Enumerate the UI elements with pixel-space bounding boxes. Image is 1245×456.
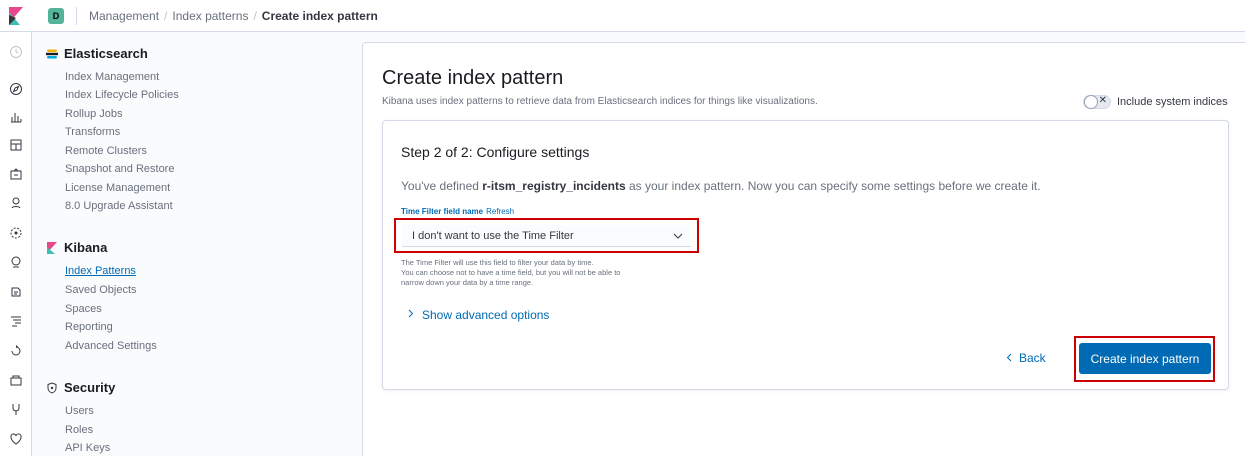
shield-icon xyxy=(46,381,58,394)
sidebar-item-index-management[interactable]: Index Management xyxy=(65,70,159,84)
sidebar-section-security: Security xyxy=(46,380,115,395)
visualize-icon[interactable] xyxy=(8,109,24,125)
breadcrumb-management[interactable]: Management xyxy=(89,9,159,23)
sidebar-item-advanced-settings[interactable]: Advanced Settings xyxy=(65,339,157,353)
management-icon[interactable] xyxy=(8,431,24,447)
sidebar-item-remote-clusters[interactable]: Remote Clusters xyxy=(65,144,147,158)
ml-icon[interactable] xyxy=(8,225,24,241)
show-advanced-options-button[interactable]: Show advanced options xyxy=(408,308,549,322)
kibana-logo-icon xyxy=(9,6,23,25)
sidebar-item-index-lifecycle-policies[interactable]: Index Lifecycle Policies xyxy=(65,88,179,102)
include-system-indices-toggle[interactable]: ✕ Include system indices xyxy=(1083,95,1228,109)
create-button-highlight: Create index pattern xyxy=(1074,336,1215,382)
switch-knob xyxy=(1084,95,1098,109)
chevron-left-icon xyxy=(1006,351,1012,365)
help-line: narrow down your data by a time range. xyxy=(401,278,534,287)
breadcrumb-index-patterns[interactable]: Index patterns xyxy=(172,9,248,23)
monitoring-icon[interactable] xyxy=(8,401,24,417)
sidebar-item-spaces[interactable]: Spaces xyxy=(65,302,102,316)
step-desc-suffix: as your index pattern. Now you can speci… xyxy=(625,179,1041,193)
sidebar-item-saved-objects[interactable]: Saved Objects xyxy=(65,283,137,297)
back-button[interactable]: Back xyxy=(1006,351,1046,365)
sidebar-item-index-patterns[interactable]: Index Patterns xyxy=(65,264,136,278)
dev-tools-icon[interactable] xyxy=(8,372,24,388)
time-filter-select[interactable]: I don't want to use the Time Filter xyxy=(402,225,691,247)
help-line: The Time Filter will use this field to f… xyxy=(401,258,594,267)
compass-icon[interactable] xyxy=(8,81,24,97)
sidebar-item-reporting[interactable]: Reporting xyxy=(65,320,113,334)
step-title: Step 2 of 2: Configure settings xyxy=(401,144,590,160)
management-sidebar: Elasticsearch Index Management Index Lif… xyxy=(32,32,362,456)
sidebar-section-kibana: Kibana xyxy=(46,240,107,255)
breadcrumb-separator: / xyxy=(253,8,257,23)
metrics-icon[interactable] xyxy=(8,254,24,270)
sidebar-section-title: Kibana xyxy=(64,240,108,255)
dashboard-icon[interactable] xyxy=(8,137,24,153)
index-pattern-name: r-itsm_registry_incidents xyxy=(482,179,626,193)
apm-icon[interactable] xyxy=(8,313,24,329)
advanced-label: Show advanced options xyxy=(422,308,550,322)
page-description: Kibana uses index patterns to retrieve d… xyxy=(382,96,818,107)
main-panel: Create index pattern Kibana uses index p… xyxy=(362,42,1245,456)
canvas-icon[interactable] xyxy=(8,166,24,182)
breadcrumb-separator: / xyxy=(164,8,168,23)
time-filter-help: The Time Filter will use this field to f… xyxy=(401,258,731,288)
nav-rail xyxy=(0,32,32,456)
time-filter-field-label: Time Filter field name Refresh xyxy=(401,207,514,216)
sidebar-item-rollup-jobs[interactable]: Rollup Jobs xyxy=(65,107,122,121)
refresh-link[interactable]: Refresh xyxy=(486,207,514,216)
toggle-label: Include system indices xyxy=(1117,96,1228,108)
close-icon: ✕ xyxy=(1098,95,1107,106)
kibana-icon xyxy=(46,241,58,254)
sidebar-item-upgrade-assistant[interactable]: 8.0 Upgrade Assistant xyxy=(65,199,173,213)
step-description: You've defined r-itsm_registry_incidents… xyxy=(401,179,1041,193)
sidebar-item-snapshot-restore[interactable]: Snapshot and Restore xyxy=(65,162,174,176)
select-value: I don't want to use the Time Filter xyxy=(412,229,574,242)
sidebar-item-api-keys[interactable]: API Keys xyxy=(65,441,110,455)
maps-icon[interactable] xyxy=(8,195,24,211)
sidebar-item-transforms[interactable]: Transforms xyxy=(65,125,120,139)
breadcrumb-current: Create index pattern xyxy=(261,8,378,23)
space-avatar[interactable]: D xyxy=(48,7,64,24)
sidebar-section-title: Security xyxy=(64,380,116,395)
topbar-divider xyxy=(76,6,77,25)
sidebar-item-license-management[interactable]: License Management xyxy=(65,181,170,195)
elasticsearch-icon xyxy=(46,48,58,60)
configure-settings-card: Step 2 of 2: Configure settings You've d… xyxy=(382,120,1229,390)
kibana-logo[interactable] xyxy=(0,0,32,32)
chevron-right-icon xyxy=(408,309,414,321)
switch[interactable]: ✕ xyxy=(1083,95,1111,109)
breadcrumb: Management / Index patterns / Create ind… xyxy=(89,9,378,23)
clock-icon[interactable] xyxy=(8,44,24,60)
sidebar-section-title: Elasticsearch xyxy=(64,46,148,61)
sidebar-item-roles[interactable]: Roles xyxy=(65,423,93,437)
sidebar-item-users[interactable]: Users xyxy=(65,404,94,418)
logs-icon[interactable] xyxy=(8,284,24,300)
help-line: You can choose not to have a time field,… xyxy=(401,268,621,277)
chevron-down-icon xyxy=(673,230,683,242)
top-bar: D Management / Index patterns / Create i… xyxy=(0,0,1245,32)
sidebar-section-elasticsearch: Elasticsearch xyxy=(46,46,148,61)
back-label: Back xyxy=(1019,351,1046,365)
step-desc-prefix: You've defined xyxy=(401,179,483,193)
field-label-text: Time Filter field name xyxy=(401,207,484,216)
time-filter-select-highlight: I don't want to use the Time Filter xyxy=(394,218,699,253)
create-index-pattern-button[interactable]: Create index pattern xyxy=(1079,343,1211,374)
uptime-icon[interactable] xyxy=(8,343,24,359)
page-title: Create index pattern xyxy=(382,67,564,89)
